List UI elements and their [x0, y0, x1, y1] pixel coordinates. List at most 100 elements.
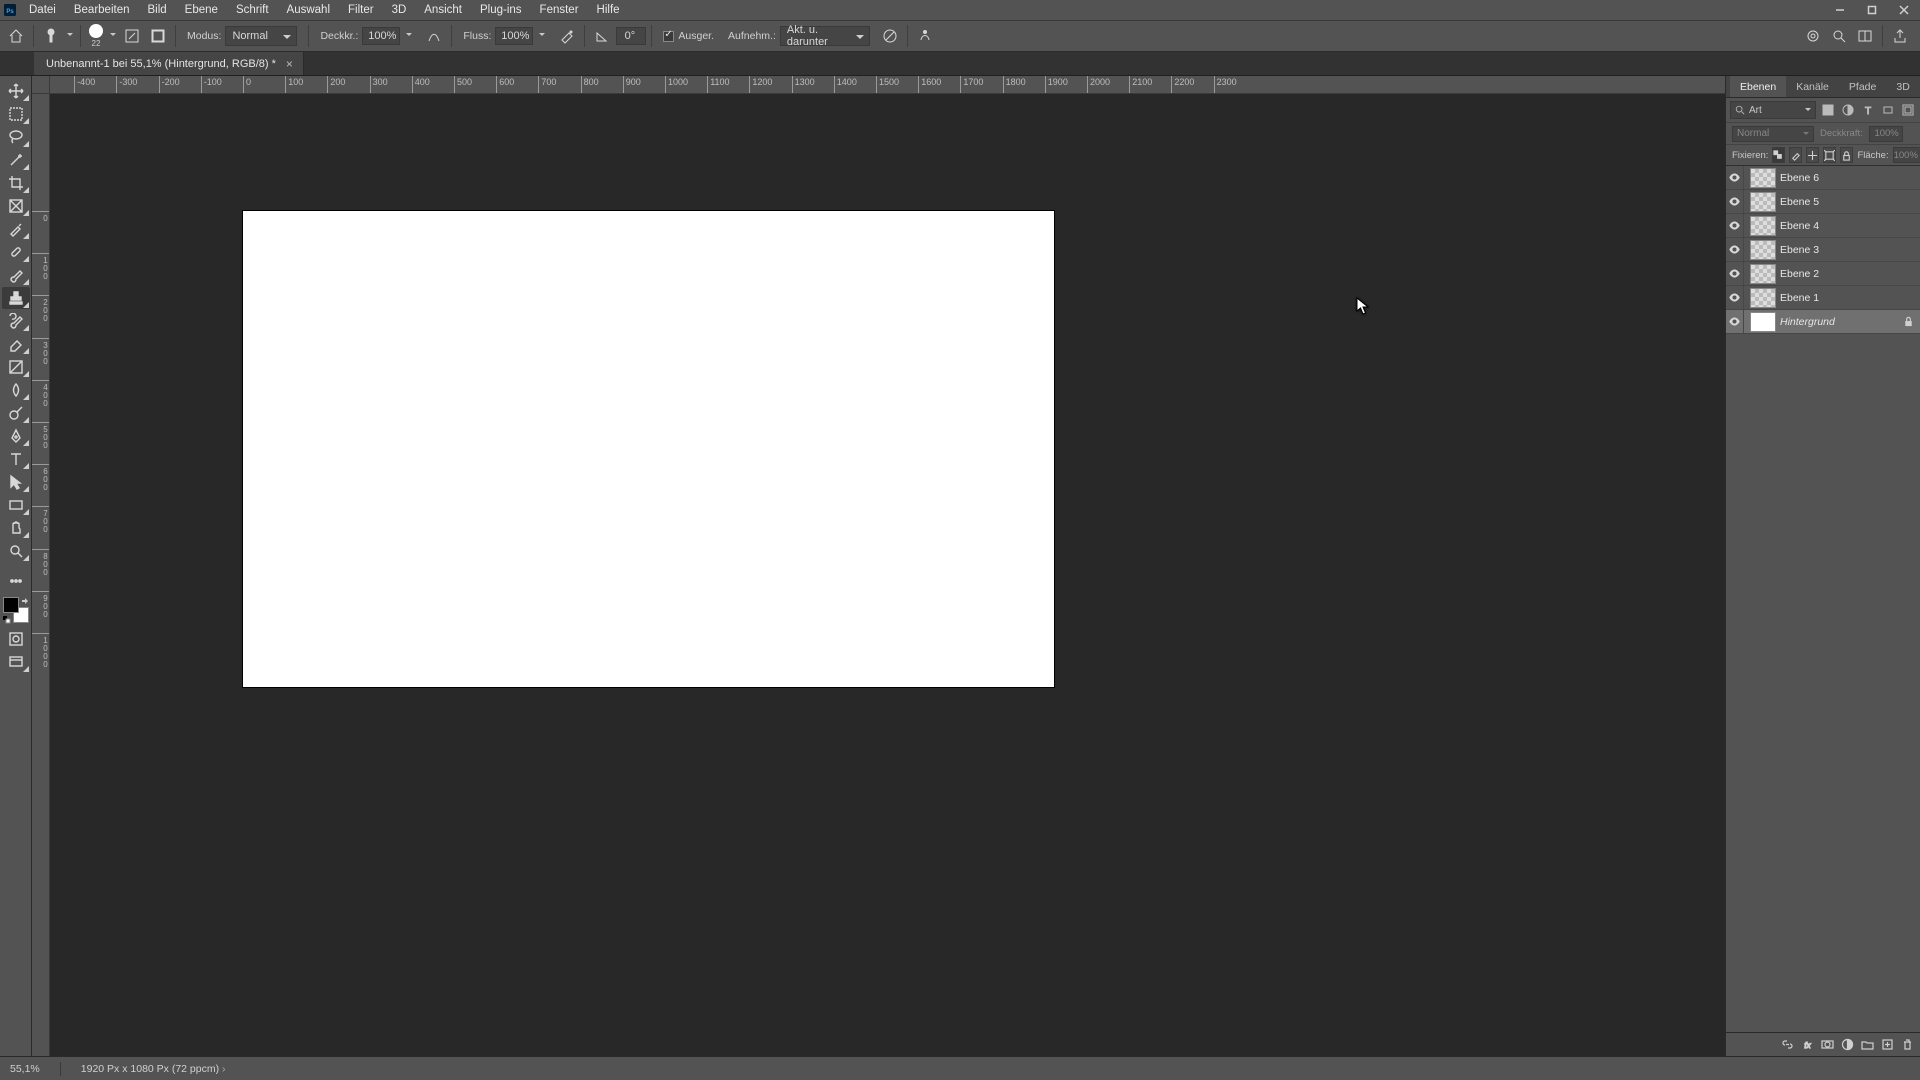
tool-preset-caret[interactable]: [65, 33, 75, 39]
eraser-tool[interactable]: [2, 333, 30, 355]
healing-tool[interactable]: [2, 241, 30, 263]
layer-visibility-icon[interactable]: [1726, 166, 1744, 189]
cloud-docs-button[interactable]: [1801, 24, 1825, 48]
link-layers-button[interactable]: [1778, 1036, 1796, 1054]
lock-position-icon[interactable]: [1806, 147, 1819, 163]
filter-smart-icon[interactable]: [1900, 102, 1916, 118]
filter-type-icon[interactable]: T: [1860, 102, 1876, 118]
layer-visibility-icon[interactable]: [1726, 262, 1744, 285]
aligned-checkbox[interactable]: Ausger.: [663, 30, 714, 42]
ignore-adjustment-button[interactable]: [878, 24, 902, 48]
menu-auswahl[interactable]: Auswahl: [278, 0, 339, 20]
layer-row[interactable]: Ebene 3: [1726, 238, 1920, 262]
filter-pixel-icon[interactable]: [1820, 102, 1836, 118]
default-colors-icon[interactable]: [3, 615, 11, 623]
layer-thumbnail[interactable]: [1750, 312, 1776, 332]
lock-pixels-icon[interactable]: [1789, 147, 1802, 163]
layer-thumbnail[interactable]: [1750, 240, 1776, 260]
lasso-tool[interactable]: [2, 126, 30, 148]
menu-bearbeiten[interactable]: Bearbeiten: [65, 0, 139, 20]
airbrush-button[interactable]: [555, 24, 579, 48]
filter-shape-icon[interactable]: [1880, 102, 1896, 118]
layer-lock-icon[interactable]: [1903, 316, 1914, 327]
layer-row[interactable]: Ebene 1: [1726, 286, 1920, 310]
brush-caret[interactable]: [108, 33, 118, 39]
lock-artboard-icon[interactable]: [1823, 147, 1836, 163]
layer-name[interactable]: Ebene 5: [1780, 196, 1819, 208]
close-tab-icon[interactable]: ×: [286, 57, 293, 71]
layer-name[interactable]: Ebene 2: [1780, 268, 1819, 280]
pressure-size-button[interactable]: [913, 24, 937, 48]
arrange-docs-button[interactable]: [1853, 24, 1877, 48]
type-tool[interactable]: [2, 448, 30, 470]
opacity-input[interactable]: 100%: [362, 27, 400, 45]
rect-marquee-tool[interactable]: [2, 103, 30, 125]
filter-adjust-icon[interactable]: [1840, 102, 1856, 118]
panel-tab-3d[interactable]: 3D: [1886, 76, 1919, 97]
doc-info[interactable]: 1920 Px x 1080 Px (72 ppcm): [81, 1063, 226, 1075]
layer-name[interactable]: Ebene 3: [1780, 244, 1819, 256]
blend-mode-select[interactable]: Normal: [1732, 126, 1814, 142]
menu-3d[interactable]: 3D: [383, 0, 416, 20]
canvas-viewport[interactable]: [50, 94, 1725, 1056]
delete-layer-button[interactable]: [1898, 1036, 1916, 1054]
brush-tool[interactable]: [2, 264, 30, 286]
document-canvas[interactable]: [243, 211, 1054, 687]
layer-thumbnail[interactable]: [1750, 264, 1776, 284]
quickmask-button[interactable]: [2, 628, 30, 650]
wand-tool[interactable]: [2, 149, 30, 171]
search-button[interactable]: [1827, 24, 1851, 48]
menu-ansicht[interactable]: Ansicht: [415, 0, 471, 20]
layer-row[interactable]: Ebene 5: [1726, 190, 1920, 214]
sample-select[interactable]: Akt. u. darunter: [780, 26, 870, 46]
panel-tab-kanäle[interactable]: Kanäle: [1786, 76, 1839, 97]
crop-tool[interactable]: [2, 172, 30, 194]
frame-tool[interactable]: [2, 195, 30, 217]
edit-toolbox[interactable]: [2, 570, 30, 592]
layer-visibility-icon[interactable]: [1726, 310, 1744, 333]
layer-thumbnail[interactable]: [1750, 168, 1776, 188]
close-button[interactable]: [1888, 0, 1920, 20]
home-button[interactable]: [4, 24, 28, 48]
menu-ebene[interactable]: Ebene: [176, 0, 227, 20]
screenmode-button[interactable]: [2, 651, 30, 673]
gradient-tool[interactable]: [2, 356, 30, 378]
layer-thumbnail[interactable]: [1750, 288, 1776, 308]
dodge-tool[interactable]: [2, 402, 30, 424]
lock-all-icon[interactable]: [1840, 147, 1853, 163]
ruler-horizontal[interactable]: -400-300-200-100010020030040050060070080…: [50, 76, 1725, 94]
layer-row[interactable]: Ebene 2: [1726, 262, 1920, 286]
layer-visibility-icon[interactable]: [1726, 238, 1744, 261]
brush-panel-button[interactable]: [146, 24, 170, 48]
mode-select[interactable]: Normal: [225, 26, 297, 46]
tool-preset-button[interactable]: [39, 24, 63, 48]
menu-hilfe[interactable]: Hilfe: [588, 0, 629, 20]
history-brush-tool[interactable]: [2, 310, 30, 332]
color-swatches[interactable]: [3, 597, 29, 623]
document-tab[interactable]: Unbenannt-1 bei 55,1% (Hintergrund, RGB/…: [34, 52, 304, 75]
pressure-opacity-button[interactable]: [422, 24, 446, 48]
maximize-button[interactable]: [1856, 0, 1888, 20]
blur-tool[interactable]: [2, 379, 30, 401]
layer-row[interactable]: Ebene 4: [1726, 214, 1920, 238]
brush-preview[interactable]: 22: [86, 23, 106, 49]
panel-tab-ebenen[interactable]: Ebenen: [1730, 76, 1786, 97]
move-tool[interactable]: [2, 80, 30, 102]
flow-input[interactable]: 100%: [495, 27, 533, 45]
layer-thumbnail[interactable]: [1750, 192, 1776, 212]
layer-mask-button[interactable]: [1818, 1036, 1836, 1054]
layer-thumbnail[interactable]: [1750, 216, 1776, 236]
opacity-caret[interactable]: [404, 33, 414, 39]
layer-visibility-icon[interactable]: [1726, 286, 1744, 309]
layer-fx-button[interactable]: fx: [1798, 1036, 1816, 1054]
flow-caret[interactable]: [537, 33, 547, 39]
layer-kind-select[interactable]: Art: [1730, 101, 1816, 119]
shape-tool[interactable]: [2, 494, 30, 516]
menu-plug-ins[interactable]: Plug-ins: [471, 0, 531, 20]
layer-name[interactable]: Ebene 6: [1780, 172, 1819, 184]
adjustment-layer-button[interactable]: [1838, 1036, 1856, 1054]
swap-colors-icon[interactable]: [21, 597, 29, 605]
stamp-tool[interactable]: [2, 287, 30, 309]
menu-schrift[interactable]: Schrift: [227, 0, 278, 20]
menu-fenster[interactable]: Fenster: [531, 0, 588, 20]
